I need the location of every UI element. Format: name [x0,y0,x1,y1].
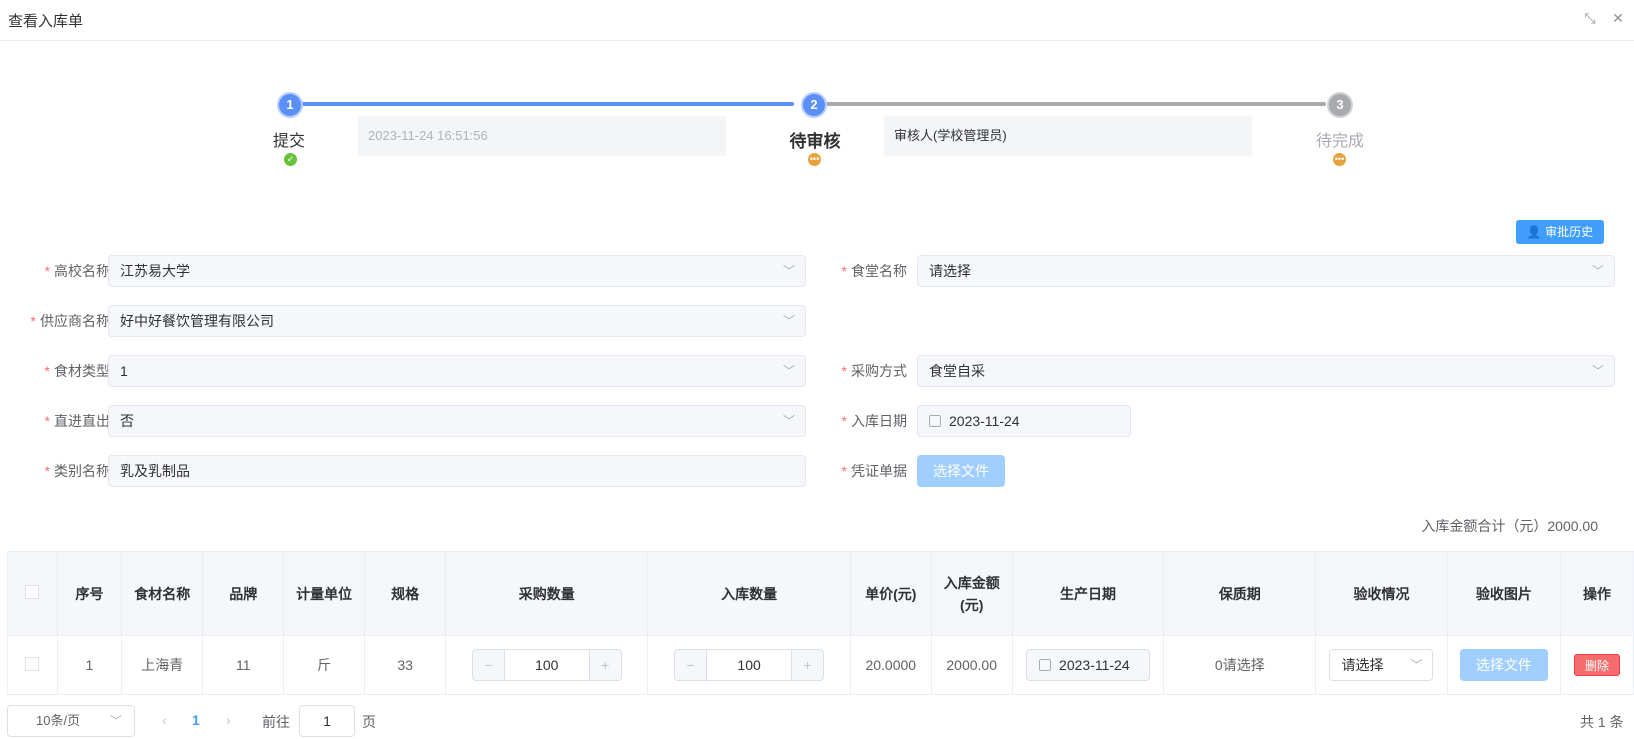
material-type-select[interactable]: 1 ﹀ [108,355,806,387]
total-count: 共 1 条 [1580,714,1624,730]
cell-index: 1 [56,635,123,695]
calendar-icon [1039,659,1052,672]
chevron-down-icon: ﹀ [782,364,795,378]
dialog-title: 查看入库单 [8,13,84,30]
minimize-icon[interactable]: ⤡ [1581,9,1599,27]
prod-date-picker[interactable]: 2023-11-24 [1026,649,1151,681]
header-price: 单价(元) [849,551,932,636]
step-3-circle: 3 [1327,92,1353,118]
plus-icon[interactable]: + [588,650,621,680]
chevron-down-icon: ﹀ [782,264,795,278]
goto-page-input[interactable]: 1 [299,705,355,737]
header-unit: 计量单位 [283,551,366,636]
supplier-label: * 供应商名称 [30,313,110,329]
step-1-check-icon: ✓ [284,153,297,166]
table-row: 1 上海青 11 斤 33 − 100 + − 100 + 20.0000 20 [7,635,1634,695]
chevron-down-icon: ﹀ [109,714,122,728]
stock-qty-stepper[interactable]: − 100 + [674,649,825,681]
approval-history-button[interactable]: 👤 审批历史 [1516,220,1604,244]
chevron-down-icon: ﹀ [782,414,795,428]
material-type-label: * 食材类型 [44,363,110,379]
chevron-down-icon: ﹀ [1591,364,1604,378]
step-3-more-icon: ••• [1333,153,1346,166]
step-2-more-icon: ••• [808,153,821,166]
chevron-down-icon: ﹀ [1591,264,1604,278]
direct-in-out-label: * 直进直出 [44,413,110,429]
header-index: 序号 [56,551,123,636]
header-acceptance: 验收情况 [1315,551,1448,636]
purchase-method-select[interactable]: 食堂自采 ﹀ [917,355,1615,387]
step-1-title: 提交 [272,133,305,150]
step-2-circle: 2 [801,92,827,118]
page-size-select[interactable]: 10条/页 ﹀ [7,705,135,737]
purchase-qty-stepper[interactable]: − 100 + [471,649,622,681]
header-spec: 规格 [364,551,447,636]
next-page-icon[interactable]: › [226,712,231,728]
step-2-title: 待审核 [789,132,841,151]
header-purchase-qty: 采购数量 [445,551,649,636]
minus-icon[interactable]: − [675,650,708,680]
plus-icon[interactable]: + [791,650,824,680]
goto-label: 前往 [262,714,290,730]
purchase-method-label: * 采购方式 [841,363,907,379]
header-name: 食材名称 [121,551,204,636]
user-icon: 👤 [1526,225,1542,239]
cell-shelf-life[interactable]: 0请选择 [1163,635,1317,695]
cell-amount: 2000.00 [930,635,1013,695]
purchase-qty-value[interactable]: 100 [505,650,589,680]
voucher-select-file-button[interactable]: 选择文件 [917,455,1005,487]
school-label: * 高校名称 [44,263,110,279]
step-line-1 [300,102,794,106]
school-select[interactable]: 江苏易大学 ﹀ [108,255,806,287]
header-stock-qty: 入库数量 [647,551,851,636]
stock-date-picker[interactable]: 2023-11-24 [917,405,1131,437]
header-brand: 品牌 [202,551,285,636]
acceptance-select[interactable]: 请选择 ﹀ [1329,649,1434,681]
step-1-circle: 1 [277,92,303,118]
chevron-down-icon: ﹀ [782,314,795,328]
direct-in-out-select[interactable]: 否 ﹀ [108,405,806,437]
cell-price: 20.0000 [849,635,932,695]
row-checkbox[interactable] [25,656,40,671]
page-number-current[interactable]: 1 [192,712,200,728]
canteen-label: * 食堂名称 [841,263,907,279]
select-all-checkbox[interactable] [25,584,40,599]
canteen-select[interactable]: 请选择 ﹀ [917,255,1615,287]
category-field[interactable]: 乳及乳制品 [108,455,806,487]
header-shelf-life: 保质期 [1163,551,1317,636]
table-header-row: 序号 食材名称 品牌 计量单位 规格 采购数量 入库数量 单价(元) 入库金额(… [7,551,1634,636]
stock-items-table: 序号 食材名称 品牌 计量单位 规格 采购数量 入库数量 单价(元) 入库金额(… [7,551,1634,695]
calendar-icon [929,415,941,428]
stock-qty-value[interactable]: 100 [707,650,791,680]
minus-icon[interactable]: − [472,650,505,680]
prev-page-icon[interactable]: ‹ [162,712,167,728]
close-icon[interactable]: ✕ [1609,9,1627,27]
chevron-down-icon: ﹀ [1410,658,1423,672]
step-line-2 [820,102,1326,106]
category-label: * 类别名称 [44,463,110,479]
select-all-checkbox-cell[interactable] [7,551,58,636]
page-suffix: 页 [362,714,376,730]
voucher-label: * 凭证单据 [841,463,907,479]
acceptance-image-button[interactable]: 选择文件 [1459,649,1548,681]
supplier-select[interactable]: 好中好餐饮管理有限公司 ﹀ [108,305,806,337]
cell-name: 上海青 [121,635,204,695]
approval-history-label: 审批历史 [1545,225,1594,239]
header-actions: 操作 [1560,551,1634,636]
step-3-title: 待完成 [1315,133,1364,150]
stock-date-label: * 入库日期 [841,413,907,429]
step-1-info: 2023-11-24 16:51:56 [358,116,726,156]
cell-unit: 斤 [283,635,366,695]
cell-brand: 11 [202,635,285,695]
step-2-info: 审核人(学校管理员) [884,116,1252,156]
header-prod-date: 生产日期 [1011,551,1165,636]
dialog-header: 查看入库单 ⤡ ✕ [0,0,1634,41]
total-amount: 入库金额合计（元）2000.00 [1421,518,1598,534]
header-acceptance-image: 验收图片 [1446,551,1562,636]
cell-spec: 33 [364,635,447,695]
delete-button[interactable]: 删除 [1574,654,1621,676]
header-amount: 入库金额(元) [930,551,1013,636]
